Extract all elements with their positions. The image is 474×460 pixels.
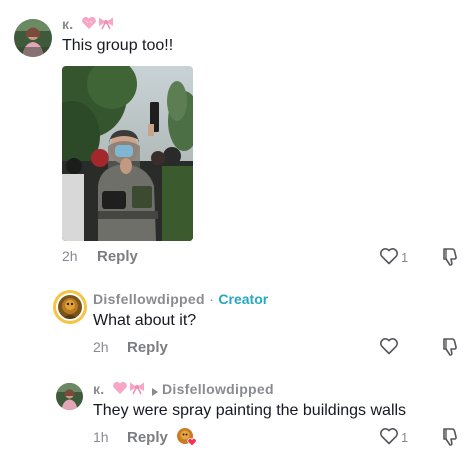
separator-dot: · — [209, 291, 214, 307]
avatar[interactable] — [14, 19, 52, 57]
reply-arrow-icon — [151, 384, 159, 402]
reply-time: 2h — [93, 339, 109, 355]
reply-time: 1h — [93, 429, 109, 445]
reply-text: What about it? — [93, 312, 197, 329]
pink-bow-icon — [97, 16, 115, 35]
creator-badge: Creator — [218, 291, 269, 307]
comment-time: 2h — [62, 248, 78, 264]
thumbs-down-icon — [443, 338, 457, 356]
thumbs-down-icon — [443, 428, 457, 446]
creator-avatar[interactable] — [53, 290, 87, 324]
reply-to-username[interactable]: Disfellowdipped — [162, 381, 274, 397]
reply-button[interactable]: Reply — [97, 248, 138, 265]
reply-username[interactable]: к. — [93, 381, 105, 397]
like-count: 1 — [401, 430, 409, 445]
dislike-button[interactable] — [441, 337, 459, 362]
thumbs-down-icon — [443, 248, 457, 266]
heart-decoration-icon — [81, 16, 97, 35]
pink-bow-icon — [128, 381, 146, 400]
comment-username[interactable]: к. — [62, 16, 74, 32]
comment-text: This group too!! — [62, 37, 174, 54]
heart-decoration-icon — [112, 381, 128, 400]
heart-outline-icon — [380, 338, 398, 355]
creator-reply-header: Disfellowdipped · Creator — [93, 291, 268, 309]
dislike-button[interactable] — [441, 247, 459, 272]
like-button[interactable] — [379, 427, 399, 450]
heart-outline-icon — [380, 248, 398, 265]
creator-liked-icon — [176, 427, 198, 452]
reply-text: They were spray painting the buildings w… — [93, 402, 407, 419]
like-count: 1 — [401, 250, 409, 265]
heart-outline-icon — [380, 428, 398, 445]
reply-username[interactable]: Disfellowdipped — [93, 291, 205, 307]
dislike-button[interactable] — [441, 427, 459, 452]
like-button[interactable] — [379, 337, 399, 360]
like-button[interactable] — [379, 247, 399, 270]
comment-photo[interactable] — [62, 66, 193, 241]
reply-button[interactable]: Reply — [127, 429, 168, 446]
avatar[interactable] — [56, 383, 83, 410]
reply-button[interactable]: Reply — [127, 339, 168, 356]
